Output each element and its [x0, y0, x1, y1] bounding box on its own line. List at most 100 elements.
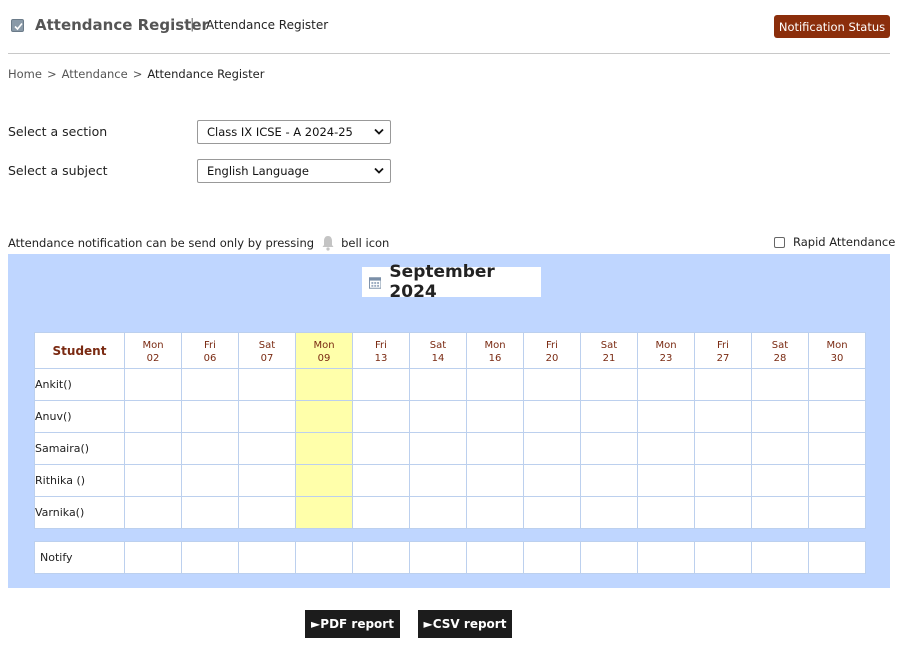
attendance-cell[interactable] [238, 432, 296, 465]
attendance-cell[interactable] [124, 400, 182, 433]
attendance-cell[interactable] [238, 400, 296, 433]
attendance-cell[interactable] [694, 432, 752, 465]
notify-cell[interactable] [694, 541, 752, 574]
calendar-icon[interactable] [369, 276, 382, 289]
attendance-cell[interactable] [751, 432, 809, 465]
attendance-cell[interactable] [580, 432, 638, 465]
attendance-cell[interactable] [580, 400, 638, 433]
attendance-cell[interactable] [409, 496, 467, 529]
attendance-cell[interactable] [580, 368, 638, 401]
notify-cell[interactable] [238, 541, 296, 574]
attendance-cell[interactable] [295, 496, 353, 529]
attendance-cell[interactable] [523, 496, 581, 529]
section-label: Select a section [8, 124, 108, 139]
attendance-cell[interactable] [181, 400, 239, 433]
attendance-cell[interactable] [466, 464, 524, 497]
attendance-cell[interactable] [352, 464, 410, 497]
attendance-cell[interactable] [124, 496, 182, 529]
attendance-cell[interactable] [751, 464, 809, 497]
attendance-cell[interactable] [808, 496, 866, 529]
subject-select[interactable]: English Language [197, 159, 391, 183]
attendance-cell[interactable] [181, 496, 239, 529]
notify-cell[interactable] [751, 541, 809, 574]
attendance-cell[interactable] [808, 432, 866, 465]
attendance-cell[interactable] [295, 464, 353, 497]
student-name: Rithika () [34, 464, 125, 497]
attendance-cell[interactable] [409, 432, 467, 465]
attendance-cell[interactable] [580, 496, 638, 529]
attendance-cell[interactable] [637, 368, 695, 401]
attendance-cell[interactable] [751, 368, 809, 401]
attendance-cell[interactable] [466, 400, 524, 433]
day-date: 27 [716, 352, 730, 364]
attendance-cell[interactable] [295, 432, 353, 465]
attendance-cell[interactable] [466, 496, 524, 529]
day-column-header: Mon 02 [124, 332, 182, 369]
day-name: Mon [484, 339, 506, 351]
notify-cell[interactable] [808, 541, 866, 574]
notify-cell[interactable] [409, 541, 467, 574]
attendance-cell[interactable] [295, 368, 353, 401]
attendance-cell[interactable] [352, 368, 410, 401]
chevron-down-icon [374, 167, 384, 174]
notify-cell[interactable] [637, 541, 695, 574]
attendance-cell[interactable] [409, 368, 467, 401]
attendance-cell[interactable] [637, 496, 695, 529]
rapid-attendance-toggle[interactable]: Rapid Attendance [774, 235, 895, 249]
csv-report-button[interactable]: ►CSV report [418, 610, 512, 638]
attendance-cell[interactable] [523, 432, 581, 465]
attendance-cell[interactable] [694, 464, 752, 497]
pdf-report-button[interactable]: ►PDF report [305, 610, 400, 638]
notify-cell[interactable] [352, 541, 410, 574]
attendance-cell[interactable] [466, 368, 524, 401]
attendance-cell[interactable] [466, 432, 524, 465]
breadcrumb-attendance[interactable]: Attendance [62, 67, 128, 81]
table-row: Varnika() [34, 496, 866, 529]
attendance-cell[interactable] [124, 464, 182, 497]
attendance-cell[interactable] [523, 400, 581, 433]
notify-cell[interactable] [124, 541, 182, 574]
attendance-cell[interactable] [295, 400, 353, 433]
attendance-cell[interactable] [637, 400, 695, 433]
notify-cell[interactable] [295, 541, 353, 574]
attendance-cell[interactable] [181, 432, 239, 465]
attendance-cell[interactable] [352, 432, 410, 465]
attendance-cell[interactable] [808, 400, 866, 433]
day-name: Mon [313, 339, 335, 351]
attendance-cell[interactable] [751, 496, 809, 529]
notify-cell[interactable] [181, 541, 239, 574]
attendance-cell[interactable] [808, 368, 866, 401]
notify-cell[interactable] [523, 541, 581, 574]
attendance-cell[interactable] [352, 496, 410, 529]
attendance-cell[interactable] [694, 400, 752, 433]
attendance-cell[interactable] [409, 464, 467, 497]
notification-status-button[interactable]: Notification Status [774, 15, 890, 38]
month-title: September 2024 [389, 262, 495, 302]
attendance-cell[interactable] [694, 496, 752, 529]
breadcrumb-separator: > [132, 67, 143, 81]
notify-cell[interactable] [580, 541, 638, 574]
attendance-cell[interactable] [409, 400, 467, 433]
attendance-cell[interactable] [523, 368, 581, 401]
breadcrumb-home[interactable]: Home [8, 67, 42, 81]
attendance-cell[interactable] [694, 368, 752, 401]
attendance-cell[interactable] [238, 368, 296, 401]
notify-cell[interactable] [466, 541, 524, 574]
attendance-cell[interactable] [238, 464, 296, 497]
attendance-cell[interactable] [637, 464, 695, 497]
day-date: 20 [545, 352, 559, 364]
attendance-cell[interactable] [352, 400, 410, 433]
attendance-cell[interactable] [124, 432, 182, 465]
attendance-cell[interactable] [637, 432, 695, 465]
attendance-cell[interactable] [181, 464, 239, 497]
attendance-cell[interactable] [181, 368, 239, 401]
attendance-cell[interactable] [238, 496, 296, 529]
attendance-cell[interactable] [580, 464, 638, 497]
section-select[interactable]: Class IX ICSE - A 2024-25 [197, 120, 391, 144]
attendance-cell[interactable] [808, 464, 866, 497]
attendance-cell[interactable] [751, 400, 809, 433]
rapid-attendance-checkbox[interactable] [774, 236, 785, 248]
attendance-cell[interactable] [124, 368, 182, 401]
attendance-cell[interactable] [523, 464, 581, 497]
table-row: Ankit() [34, 368, 866, 401]
